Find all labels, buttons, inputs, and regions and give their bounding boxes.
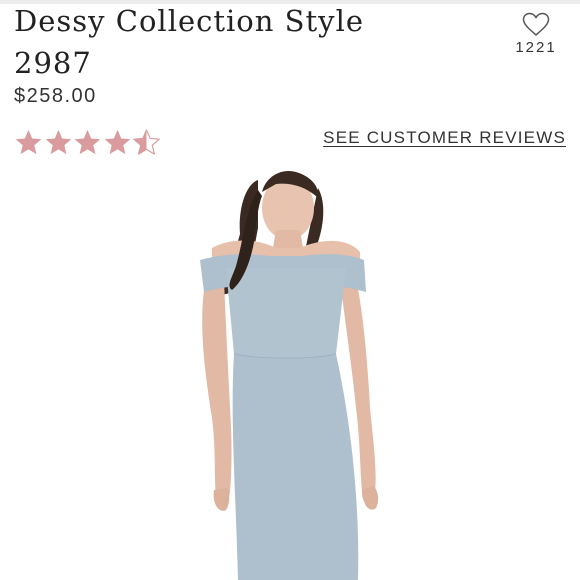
star-rating	[14, 126, 162, 158]
product-image[interactable]	[0, 168, 580, 580]
star-icon	[45, 129, 71, 154]
favorite-button[interactable]: 1221	[506, 12, 566, 56]
heart-icon	[522, 12, 550, 36]
product-price: $258.00	[14, 85, 97, 107]
half-star-icon	[133, 128, 160, 155]
see-customer-reviews-link[interactable]: SEE CUSTOMER REVIEWS	[323, 128, 566, 148]
product-title: Dessy Collection Style 2987	[14, 4, 365, 80]
star-icon	[74, 129, 101, 154]
favorite-count: 1221	[515, 39, 557, 56]
star-icon	[104, 129, 130, 154]
star-icon	[15, 129, 42, 154]
